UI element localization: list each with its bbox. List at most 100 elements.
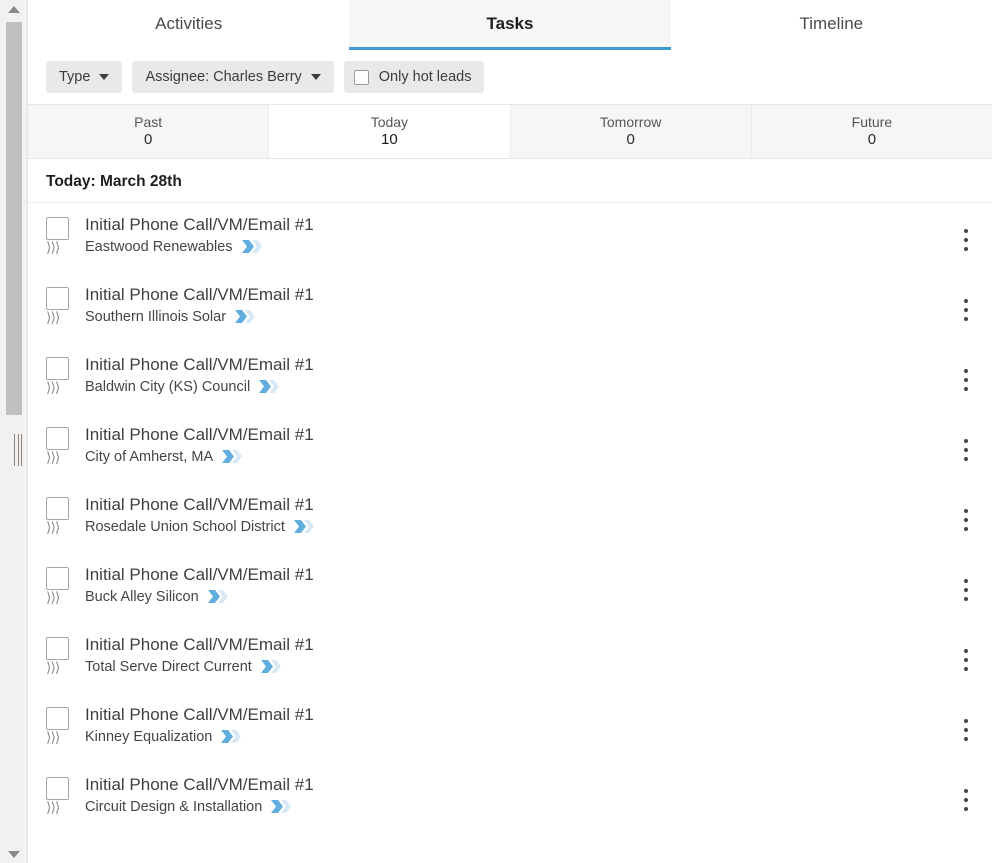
task-company[interactable]: Eastwood Renewables <box>85 239 233 255</box>
task-subrow: ⟩⟩⟩ Baldwin City (KS) Council <box>46 379 314 395</box>
period-today-label: Today <box>370 113 409 130</box>
only-hot-leads-checkbox[interactable] <box>353 69 369 85</box>
more-options-icon[interactable] <box>953 435 979 465</box>
more-options-icon[interactable] <box>953 225 979 255</box>
task-title: Initial Phone Call/VM/Email #1 <box>85 285 314 304</box>
more-options-icon[interactable] <box>953 645 979 675</box>
tab-timeline[interactable]: Timeline <box>670 0 992 50</box>
filter-bar: Type Assignee: Charles Berry Only hot le… <box>28 50 992 104</box>
task-complete-checkbox[interactable] <box>46 567 69 590</box>
triple-chevron-icon: ⟩⟩⟩ <box>46 378 60 395</box>
task-row[interactable]: Initial Phone Call/VM/Email #1 ⟩⟩⟩ Circuit… <box>28 763 992 833</box>
task-content: Initial Phone Call/VM/Email #1 ⟩⟩⟩ Eastwoo… <box>46 214 314 255</box>
stage-progress-icon <box>271 800 292 814</box>
period-today-count: 10 <box>381 130 398 148</box>
more-options-icon[interactable] <box>953 365 979 395</box>
task-row[interactable]: Initial Phone Call/VM/Email #1 ⟩⟩⟩ City of… <box>28 413 992 483</box>
stage-progress-icon <box>241 240 262 254</box>
assignee-filter-dropdown[interactable]: Assignee: Charles Berry <box>132 61 334 93</box>
task-content: Initial Phone Call/VM/Email #1 ⟩⟩⟩ Baldwin… <box>46 354 314 395</box>
task-complete-checkbox[interactable] <box>46 777 69 800</box>
triple-chevron-icon: ⟩⟩⟩ <box>46 658 60 675</box>
task-company[interactable]: City of Amherst, MA <box>85 449 213 465</box>
task-complete-checkbox[interactable] <box>46 427 69 450</box>
task-list-app: Activities Tasks Timeline Type Assignee:… <box>0 0 992 863</box>
tab-tasks[interactable]: Tasks <box>349 0 671 50</box>
type-filter-label: Type <box>59 69 91 85</box>
task-title: Initial Phone Call/VM/Email #1 <box>85 355 314 374</box>
period-selector: Past 0 Today 10 Tomorrow 0 Future 0 <box>28 104 992 159</box>
drag-handle-icon[interactable] <box>14 434 22 466</box>
tab-tasks-label: Tasks <box>486 13 534 33</box>
scroll-down-button[interactable] <box>0 845 28 863</box>
stage-progress-icon <box>222 450 243 464</box>
task-complete-checkbox[interactable] <box>46 497 69 520</box>
task-row[interactable]: Initial Phone Call/VM/Email #1 ⟩⟩⟩ Eastwoo… <box>28 203 992 273</box>
scroll-up-button[interactable] <box>0 0 28 18</box>
task-subrow: ⟩⟩⟩ Buck Alley Silicon <box>46 589 314 605</box>
vertical-scrollbar[interactable] <box>0 0 28 863</box>
period-future-label: Future <box>851 113 893 130</box>
task-subrow: ⟩⟩⟩ Rosedale Union School District <box>46 519 316 535</box>
task-company[interactable]: Circuit Design & Installation <box>85 799 262 815</box>
task-row[interactable]: Initial Phone Call/VM/Email #1 ⟩⟩⟩ Total S… <box>28 623 992 693</box>
task-title: Initial Phone Call/VM/Email #1 <box>85 775 314 794</box>
only-hot-leads-label: Only hot leads <box>378 69 472 85</box>
period-past[interactable]: Past 0 <box>28 105 270 158</box>
stage-progress-icon <box>235 310 256 324</box>
stage-progress-icon <box>260 660 281 674</box>
task-row[interactable]: Initial Phone Call/VM/Email #1 ⟩⟩⟩ Buck Al… <box>28 553 992 623</box>
task-subrow: ⟩⟩⟩ Southern Illinois Solar <box>46 309 314 325</box>
tab-activities-label: Activities <box>155 13 223 33</box>
task-row[interactable]: Initial Phone Call/VM/Email #1 ⟩⟩⟩ Baldwin… <box>28 343 992 413</box>
period-future[interactable]: Future 0 <box>751 105 992 158</box>
task-subrow: ⟩⟩⟩ Kinney Equalization <box>46 729 314 745</box>
assignee-filter-label: Assignee: Charles Berry <box>145 69 302 85</box>
task-company[interactable]: Southern Illinois Solar <box>85 309 226 325</box>
task-content: Initial Phone Call/VM/Email #1 ⟩⟩⟩ Total S… <box>46 634 314 675</box>
triple-chevron-icon: ⟩⟩⟩ <box>46 238 60 255</box>
more-options-icon[interactable] <box>953 715 979 745</box>
triple-chevron-icon: ⟩⟩⟩ <box>46 448 60 465</box>
stage-progress-icon <box>293 520 314 534</box>
task-row[interactable]: Initial Phone Call/VM/Email #1 ⟩⟩⟩ Souther… <box>28 273 992 343</box>
day-header: Today: March 28th <box>28 159 992 203</box>
task-complete-checkbox[interactable] <box>46 357 69 380</box>
more-options-icon[interactable] <box>953 785 979 815</box>
type-filter-dropdown[interactable]: Type <box>46 61 123 93</box>
task-content: Initial Phone Call/VM/Email #1 ⟩⟩⟩ Rosedal… <box>46 494 316 535</box>
task-list: Initial Phone Call/VM/Email #1 ⟩⟩⟩ Eastwoo… <box>28 203 992 833</box>
task-content: Initial Phone Call/VM/Email #1 ⟩⟩⟩ Circuit… <box>46 774 314 815</box>
task-subrow: ⟩⟩⟩ Eastwood Renewables <box>46 239 314 255</box>
task-company[interactable]: Buck Alley Silicon <box>85 589 199 605</box>
triangle-down-icon <box>8 850 20 858</box>
triple-chevron-icon: ⟩⟩⟩ <box>46 518 60 535</box>
triple-chevron-icon: ⟩⟩⟩ <box>46 308 60 325</box>
more-options-icon[interactable] <box>953 505 979 535</box>
only-hot-leads-filter[interactable]: Only hot leads <box>343 61 485 93</box>
task-content: Initial Phone Call/VM/Email #1 ⟩⟩⟩ City of… <box>46 424 314 465</box>
scrollbar-thumb[interactable] <box>6 22 22 415</box>
task-complete-checkbox[interactable] <box>46 217 69 240</box>
task-company[interactable]: Total Serve Direct Current <box>85 659 252 675</box>
task-complete-checkbox[interactable] <box>46 287 69 310</box>
task-title: Initial Phone Call/VM/Email #1 <box>85 565 314 584</box>
tab-activities[interactable]: Activities <box>28 0 350 50</box>
task-company[interactable]: Baldwin City (KS) Council <box>85 379 250 395</box>
task-row[interactable]: Initial Phone Call/VM/Email #1 ⟩⟩⟩ Rosedal… <box>28 483 992 553</box>
task-subrow: ⟩⟩⟩ Total Serve Direct Current <box>46 659 314 675</box>
period-past-label: Past <box>134 113 163 130</box>
task-complete-checkbox[interactable] <box>46 707 69 730</box>
period-tomorrow[interactable]: Tomorrow 0 <box>510 105 752 158</box>
task-complete-checkbox[interactable] <box>46 637 69 660</box>
task-content: Initial Phone Call/VM/Email #1 ⟩⟩⟩ Souther… <box>46 284 314 325</box>
period-tomorrow-count: 0 <box>626 130 635 148</box>
period-today[interactable]: Today 10 <box>269 105 511 158</box>
task-company[interactable]: Kinney Equalization <box>85 729 212 745</box>
more-options-icon[interactable] <box>953 575 979 605</box>
task-subrow: ⟩⟩⟩ Circuit Design & Installation <box>46 799 314 815</box>
more-options-icon[interactable] <box>953 295 979 325</box>
period-tomorrow-label: Tomorrow <box>599 113 662 130</box>
task-company[interactable]: Rosedale Union School District <box>85 519 285 535</box>
task-row[interactable]: Initial Phone Call/VM/Email #1 ⟩⟩⟩ Kinney … <box>28 693 992 763</box>
